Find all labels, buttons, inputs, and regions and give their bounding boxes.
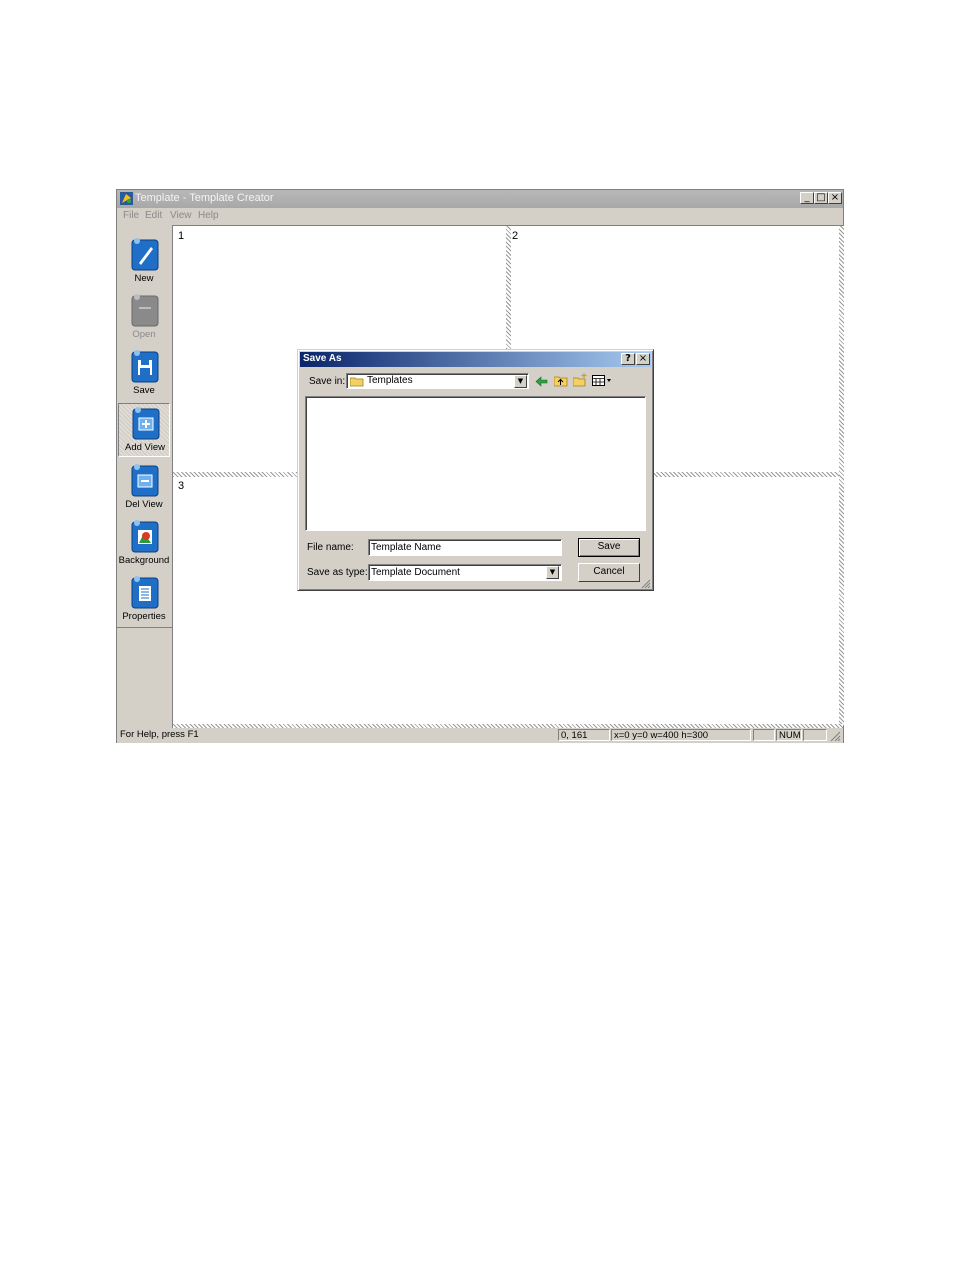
toolbar-divider (117, 627, 172, 628)
status-panel-blank (753, 729, 775, 741)
add-view-button[interactable]: Add View (118, 403, 170, 457)
window-title: Template - Template Creator (135, 192, 274, 204)
background-button[interactable]: Background (118, 517, 170, 569)
status-bar: For Help, press F1 0, 161 x=0 y=0 w=400 … (117, 728, 843, 743)
menu-edit[interactable]: Edit (145, 210, 162, 221)
status-rect: x=0 y=0 w=400 h=300 (611, 729, 751, 741)
open-label: Open (132, 329, 156, 340)
background-icon (131, 520, 159, 553)
open-folder-icon (131, 294, 159, 327)
del-view-label: Del View (125, 499, 163, 510)
back-arrow-icon[interactable] (535, 376, 548, 387)
file-list-pane[interactable] (305, 396, 646, 531)
properties-label: Properties (122, 611, 166, 622)
save-as-dialog: Save As ? × Save in: Templates ▼ File na… (297, 349, 654, 591)
dialog-title: Save As (303, 353, 342, 364)
save-as-type-label: Save as type: (307, 567, 368, 578)
menu-view[interactable]: View (170, 210, 192, 221)
new-label: New (134, 273, 154, 284)
background-label: Background (118, 555, 170, 566)
dialog-title-bar[interactable]: Save As ? × (300, 352, 651, 367)
view-1-number: 1 (178, 230, 185, 242)
cancel-button[interactable]: Cancel (578, 563, 640, 582)
delete-view-icon (131, 464, 159, 497)
view-3-number: 3 (178, 480, 185, 492)
new-folder-icon[interactable] (573, 373, 587, 387)
open-button[interactable]: Open (118, 291, 170, 343)
menu-file[interactable]: File (123, 210, 139, 221)
close-button[interactable]: × (828, 192, 842, 204)
resize-grip-icon[interactable] (830, 731, 841, 742)
add-view-label: Add View (125, 442, 165, 453)
properties-button[interactable]: Properties (118, 573, 170, 625)
view-menu-icon[interactable] (592, 375, 612, 386)
file-name-input[interactable]: Template Name (368, 539, 562, 556)
toolbar-sidebar: New Open Save Add View Del View Backgrou… (117, 225, 173, 730)
save-in-dropdown[interactable]: Templates ▼ (346, 373, 529, 389)
maximize-button[interactable]: □ (814, 192, 828, 204)
dialog-resize-grip-icon[interactable] (641, 579, 651, 589)
app-icon (120, 192, 133, 205)
del-view-button[interactable]: Del View (118, 461, 170, 513)
minimize-button[interactable]: _ (800, 192, 814, 204)
status-num: NUM (776, 729, 802, 741)
save-as-type-value: Template Document (371, 567, 460, 578)
right-edge-splitter[interactable] (839, 226, 844, 726)
properties-icon (131, 576, 159, 609)
menu-bar: File Edit View Help (117, 209, 843, 224)
save-disk-icon (131, 350, 159, 383)
save-toolbar-button[interactable]: Save (118, 347, 170, 399)
save-in-label: Save in: (309, 376, 346, 387)
up-folder-icon[interactable] (554, 374, 568, 387)
folder-icon (350, 377, 364, 387)
save-in-value: Templates (367, 375, 413, 386)
dialog-close-button[interactable]: × (636, 353, 650, 365)
status-coords: 0, 161 (558, 729, 610, 741)
title-bar[interactable]: Template - Template Creator _ □ × (117, 190, 843, 208)
dialog-help-button[interactable]: ? (621, 353, 635, 365)
save-in-dropdown-arrow[interactable]: ▼ (514, 375, 527, 388)
save-label: Save (133, 385, 155, 396)
menu-help[interactable]: Help (198, 210, 219, 221)
file-name-value: Template Name (371, 542, 442, 553)
status-help-text: For Help, press F1 (120, 729, 199, 740)
save-as-type-dropdown-arrow[interactable]: ▼ (546, 566, 559, 579)
file-name-label: File name: (307, 542, 354, 553)
view-2-number: 2 (512, 230, 519, 242)
status-panel-blank-2 (803, 729, 827, 741)
new-button[interactable]: New (118, 235, 170, 287)
add-view-icon (132, 407, 160, 440)
save-as-type-dropdown[interactable]: Template Document ▼ (368, 564, 562, 581)
new-document-icon (131, 238, 159, 271)
save-button[interactable]: Save (578, 538, 640, 557)
